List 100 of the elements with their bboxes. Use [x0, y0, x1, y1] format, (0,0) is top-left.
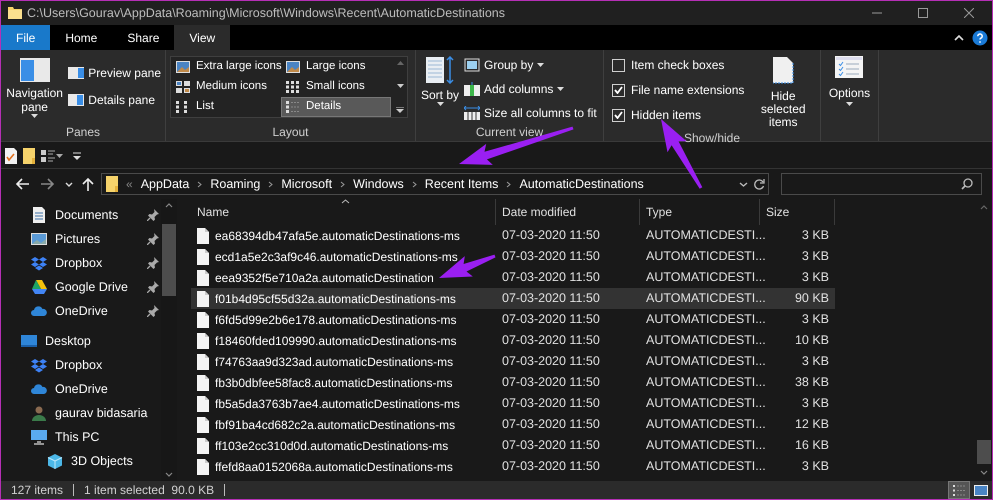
dropdown-icon: [73, 152, 81, 160]
checkbox[interactable]: [612, 108, 625, 122]
layout-option[interactable]: List: [171, 97, 281, 117]
nav-item[interactable]: 3D Objects: [47, 452, 133, 470]
nav-item[interactable]: This PC: [31, 428, 100, 446]
file-name: ea68394db47afa5e.automaticDestinations-ms: [215, 228, 460, 244]
size-cell: 3 KB: [802, 270, 829, 284]
column-header[interactable]: Size: [766, 203, 790, 221]
file-row[interactable]: fbf91ba4cd682c2a.automaticDestinations-ms 07-03-2020 11:50 AUTOMATICDESTI... 12 KB: [191, 414, 835, 435]
checkbox[interactable]: [612, 58, 625, 72]
sort-by-button[interactable]: Sort by: [420, 54, 460, 106]
size-cell: 10 KB: [794, 333, 829, 348]
file-row[interactable]: ecd1a5e2c3af9c46.automaticDestinations-ms 07-03-2020 11:50 AUTOMATICDESTI... 3 KB: [191, 246, 835, 267]
breadcrumb-overflow[interactable]: «: [126, 175, 133, 193]
caret-icon: [557, 87, 564, 91]
file-row[interactable]: f74763aa9d323ad.automaticDestinations-ms 07-03-2020 11:50 AUTOMATICDESTI... 3 KB: [191, 351, 835, 372]
forward-arrow-icon: [41, 177, 55, 191]
ribbon-tab[interactable]: Home: [50, 25, 112, 50]
file-row[interactable]: fb5a5da3763b7ae4.automaticDestinations-ms 07-03-2020 11:50 AUTOMATICDESTI... 3 KB: [191, 393, 835, 414]
view-command-button[interactable]: Size all columns to fit: [464, 104, 597, 122]
layout-option[interactable]: Medium icons: [171, 77, 281, 97]
checkbox[interactable]: [612, 84, 625, 96]
search-field[interactable]: [781, 173, 982, 195]
breadcrumb[interactable]: Recent Items: [424, 174, 498, 194]
list-icon: [176, 101, 190, 113]
file-row[interactable]: f18460fded109990.automaticDestinations-ms 07-03-2020 11:50 AUTOMATICDESTI... 10 KB: [191, 330, 835, 351]
column-header[interactable]: Name: [197, 203, 230, 221]
address-bar[interactable]: « AppData Roaming Microsoft Windows Recent Items AutomaticDestinations: [101, 173, 769, 195]
file-row[interactable]: ea68394db47afa5e.automaticDestinations-ms 07-03-2020 11:50 AUTOMATICDESTI... 3 KB: [191, 225, 835, 246]
caret-icon: [436, 102, 444, 106]
ribbon-tab[interactable]: File: [1, 25, 50, 50]
breadcrumb[interactable]: Roaming: [210, 174, 260, 194]
column-header[interactable]: Type: [646, 203, 672, 221]
breadcrumb[interactable]: AutomaticDestinations: [519, 174, 644, 194]
folder-icon: [106, 176, 118, 192]
scroll-up-icon: [165, 203, 173, 208]
type-cell: AUTOMATICDESTI...: [646, 312, 766, 326]
ribbon-tab[interactable]: Share: [112, 25, 174, 50]
layout-option[interactable]: Large icons: [281, 57, 391, 77]
checkbox-label: Hidden items: [631, 107, 702, 124]
options-button[interactable]: Options: [828, 56, 870, 106]
column-header[interactable]: Date modified: [502, 203, 576, 221]
file-row[interactable]: ffefd8aa0152068a.automaticDestinations-ms 07-03-2020 11:50 AUTOMATICDESTI... 3 KB: [191, 456, 835, 477]
view-command-button[interactable]: Group by: [464, 56, 597, 74]
layout-option[interactable]: Details: [281, 97, 391, 117]
pane-layout-icon: [20, 58, 50, 82]
scrollbar-thumb[interactable]: [977, 440, 991, 464]
breadcrumb[interactable]: Microsoft: [281, 174, 332, 194]
file-icon: [197, 416, 209, 432]
breadcrumb[interactable]: AppData: [140, 174, 190, 194]
layout-menu-button[interactable]: [41, 150, 63, 162]
file-icon: [197, 248, 209, 264]
nav-item[interactable]: Dropbox: [31, 356, 102, 374]
nav-item[interactable]: Documents: [31, 206, 118, 224]
file-row[interactable]: fb3b0dbfee58fac8.automaticDestinations-ms 07-03-2020 11:50 AUTOMATICDESTI... 38 KB: [191, 372, 835, 393]
nav-item[interactable]: OneDrive: [31, 302, 108, 320]
nav-item[interactable]: Dropbox: [31, 254, 102, 272]
box-icon: [31, 255, 47, 271]
date-cell: 07-03-2020 11:50: [502, 228, 600, 242]
size-cell: 12 KB: [794, 417, 829, 432]
file-row[interactable]: ff103e2cc310d0d.automaticDestinations-ms 07-03-2020 11:50 AUTOMATICDESTI... 16 KB: [191, 435, 835, 456]
type-cell: AUTOMATICDESTI...: [646, 291, 766, 306]
help-icon: [972, 30, 988, 46]
chevron-right-icon: [340, 180, 346, 188]
ribbon-tab[interactable]: View: [174, 25, 230, 50]
file-name: f6fd5d99e2b6e178.automaticDestinations-ms: [215, 312, 456, 328]
nav-item[interactable]: Pictures: [31, 230, 100, 248]
file-row[interactable]: f6fd5d99e2b6e178.automaticDestinations-ms 07-03-2020 11:50 AUTOMATICDESTI... 3 KB: [191, 309, 835, 330]
desktop-icon: [21, 333, 37, 349]
size-cell: 3 KB: [802, 459, 829, 474]
pane-button[interactable]: Details pane: [68, 91, 161, 109]
nav-item[interactable]: gaurav bidasaria: [31, 404, 148, 422]
chevron-right-icon: [268, 180, 274, 188]
file-name: ffefd8aa0152068a.automaticDestinations-ms: [215, 458, 453, 476]
pane-button[interactable]: Preview pane: [68, 64, 161, 82]
navigation-pane-button[interactable]: Navigation pane: [5, 54, 64, 118]
view-toggle-button[interactable]: [948, 481, 970, 499]
document-icon: [772, 56, 794, 84]
monitor-icon: [31, 429, 47, 445]
file-name: fb3b0dbfee58fac8.automaticDestinations-ms: [215, 374, 452, 392]
new-folder-button[interactable]: [23, 148, 35, 164]
file-row[interactable]: eea9352f5e710a2a.automaticDestination 07-03-2020 11:50 AUTOMATICDESTI... 3 KB: [191, 267, 835, 288]
image-icon: [176, 61, 190, 73]
layout-option[interactable]: Extra large icons: [171, 57, 281, 77]
search-icon: [961, 178, 973, 190]
nav-item[interactable]: Google Drive: [31, 278, 128, 296]
nav-item[interactable]: Desktop: [21, 332, 91, 350]
type-cell: AUTOMATICDESTI...: [646, 375, 766, 390]
checkmark-icon: [614, 111, 623, 119]
document-icon: [31, 207, 47, 223]
properties-button[interactable]: [5, 148, 17, 164]
file-row[interactable]: f01b4d95cf55d32a.automaticDestinations-ms 07-03-2020 11:50 AUTOMATICDESTI... 90 KB: [191, 288, 835, 309]
type-cell: AUTOMATICDESTI...: [646, 459, 766, 474]
view-command-button[interactable]: Add columns: [464, 80, 597, 98]
customize-toolbar-button[interactable]: [73, 152, 81, 160]
nav-item[interactable]: OneDrive: [31, 380, 108, 398]
scrollbar-thumb[interactable]: [162, 224, 176, 296]
layout-option[interactable]: Small icons: [281, 77, 391, 97]
breadcrumb[interactable]: Windows: [353, 174, 404, 194]
hide-selected-items-button[interactable]: Hide selected items: [750, 54, 816, 129]
